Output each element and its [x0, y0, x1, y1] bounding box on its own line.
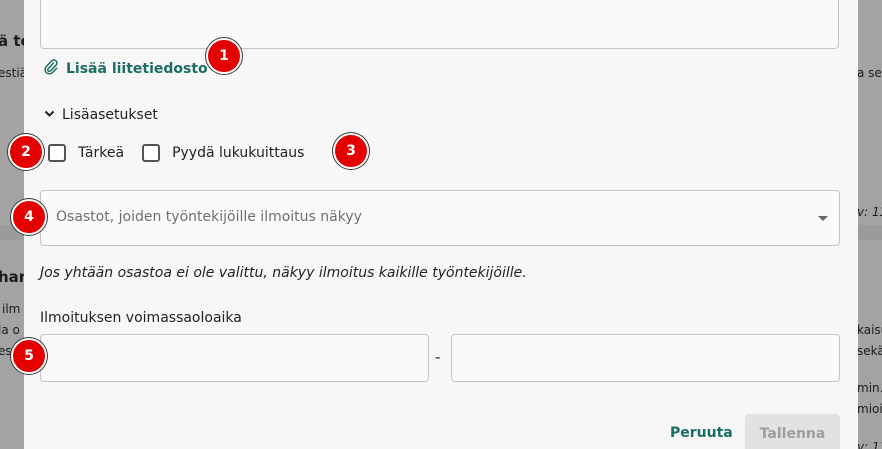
background-text: estiä	[0, 66, 28, 80]
background-text: mioi	[857, 402, 882, 416]
department-hint: Jos yhtään osastoa ei ole valittu, näkyy…	[40, 265, 527, 281]
background-text: min.	[857, 381, 882, 395]
announcement-dialog: Lisää liitetiedosto Lisäasetukset Tärkeä…	[24, 0, 858, 449]
validity-period-label: Ilmoituksen voimassaoloaika	[40, 310, 242, 326]
background-text: ilm	[2, 302, 21, 316]
start-date-input[interactable]	[40, 334, 429, 382]
important-checkbox-label: Tärkeä	[78, 145, 125, 161]
message-textarea[interactable]	[40, 0, 839, 49]
background-text: a sel	[857, 66, 882, 80]
paperclip-icon	[44, 59, 58, 79]
background-text: sekä	[857, 344, 882, 358]
important-checkbox[interactable]: Tärkeä	[48, 144, 124, 162]
add-attachment-button[interactable]: Lisää liitetiedosto	[44, 59, 208, 79]
annotation-marker-4: 4	[11, 199, 47, 235]
background-text: es	[0, 344, 12, 358]
advanced-settings-toggle[interactable]: Lisäasetukset	[44, 107, 158, 123]
cancel-button[interactable]: Peruuta	[670, 425, 733, 441]
background-card-right-top	[858, 0, 882, 225]
read-receipt-checkbox-label: Pyydä lukukuittaus	[172, 145, 305, 161]
background-text: kaisu	[857, 323, 882, 337]
department-select-placeholder: Osastot, joiden työntekijöille ilmoitus …	[56, 209, 362, 225]
annotation-marker-2: 2	[8, 134, 44, 170]
annotation-marker-3: 3	[333, 133, 369, 169]
chevron-down-icon	[44, 107, 55, 123]
end-date-input[interactable]	[451, 334, 840, 382]
background-text: v: 13	[857, 205, 882, 219]
advanced-options: Tärkeä Pyydä lukukuittaus	[48, 144, 322, 162]
background-text: la o	[0, 323, 20, 337]
checkbox-box[interactable]	[142, 144, 161, 162]
annotation-marker-1: 1	[206, 38, 242, 74]
add-attachment-label: Lisää liitetiedosto	[66, 61, 208, 77]
department-select[interactable]: Osastot, joiden työntekijöille ilmoitus …	[40, 190, 840, 246]
dropdown-arrow-icon	[818, 216, 828, 221]
read-receipt-checkbox[interactable]: Pyydä lukukuittaus	[142, 144, 304, 162]
date-separator: -	[435, 348, 441, 366]
annotation-marker-5: 5	[11, 338, 47, 374]
save-button[interactable]: Tallenna	[745, 414, 840, 449]
advanced-settings-label: Lisäasetukset	[62, 107, 158, 123]
checkbox-box[interactable]	[48, 144, 66, 162]
background-text: v: 13	[857, 440, 882, 449]
